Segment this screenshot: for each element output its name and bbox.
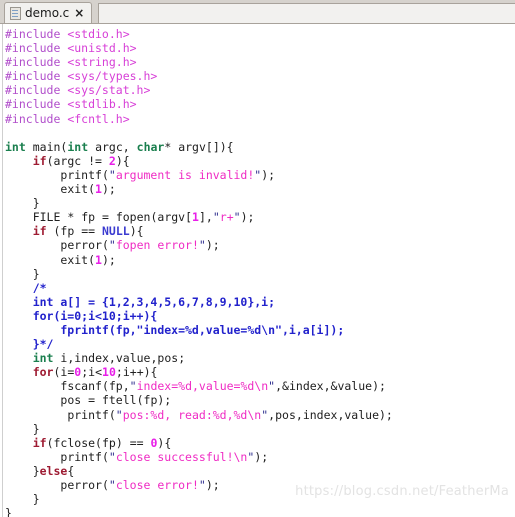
file-icon xyxy=(10,6,21,20)
code-line: pos = ftell(fp); xyxy=(60,393,172,408)
code-line: int a[] = {1,2,3,4,5,6,7,8,9,10},i; xyxy=(5,294,276,309)
code-line: }else{ xyxy=(5,463,75,478)
code-line: } xyxy=(5,492,40,507)
code-line: if(argc != 2){ xyxy=(32,153,130,168)
code-editor-window: demo.c × #include <stdio.h> #include <uni… xyxy=(0,0,515,517)
code-line: /* xyxy=(32,280,47,295)
code-line: } xyxy=(5,266,40,281)
code-line: FILE * fp = fopen(argv[1],"r+"); xyxy=(32,210,255,225)
code-line: #include <fcntl.h> xyxy=(5,111,130,126)
code-line: fprintf(fp,"index=%d,value=%d\n",i,a[i])… xyxy=(5,322,345,337)
code-line: } xyxy=(5,506,12,517)
close-icon[interactable]: × xyxy=(73,7,85,19)
code-line: if(fclose(fp) == 0){ xyxy=(32,435,172,450)
source-code[interactable]: #include <stdio.h> #include <unistd.h> #in… xyxy=(3,27,515,517)
tab-bar: demo.c × xyxy=(0,0,515,24)
code-line: #include <sys/stat.h> xyxy=(5,83,151,98)
code-line: if (fp == NULL){ xyxy=(32,224,144,239)
code-line: exit(1); xyxy=(60,182,116,197)
code-line: exit(1); xyxy=(60,252,116,267)
code-line: printf("close successful!\n"); xyxy=(60,449,269,464)
code-line: #include <string.h> xyxy=(5,55,137,70)
code-line: printf("pos:%d, read:%d,%d\n",pos,index,… xyxy=(67,407,393,422)
code-line: for(i=0;i<10;i++){ xyxy=(5,308,158,323)
tab-label: demo.c xyxy=(25,6,70,20)
code-line: #include <stdio.h> xyxy=(5,27,130,41)
code-line: #include <stdlib.h> xyxy=(5,97,137,112)
code-scroll-region[interactable]: #include <stdio.h> #include <unistd.h> #in… xyxy=(3,24,515,517)
code-area[interactable]: #include <stdio.h> #include <unistd.h> #in… xyxy=(0,24,515,517)
tab-demo-c[interactable]: demo.c × xyxy=(4,2,93,23)
code-line: #include <sys/types.h> xyxy=(5,69,158,84)
code-line: for(i=0;i<10;i++){ xyxy=(32,365,158,380)
code-line: perror("fopen error!"); xyxy=(60,238,220,253)
tab-strip-filler xyxy=(98,3,515,23)
code-line: perror("close error!"); xyxy=(60,478,220,492)
code-line: } xyxy=(5,196,40,211)
code-line: printf("argument is invalid!"); xyxy=(60,167,276,182)
code-line: } xyxy=(5,421,40,436)
code-line: fscanf(fp,"index=%d,value=%d\n",&index,&… xyxy=(60,379,386,394)
code-line: int main(int argc, char* argv[]){ xyxy=(5,139,234,154)
code-line: }*/ xyxy=(5,337,54,352)
code-line: int i,index,value,pos; xyxy=(32,351,186,366)
code-line: #include <unistd.h> xyxy=(5,41,137,56)
